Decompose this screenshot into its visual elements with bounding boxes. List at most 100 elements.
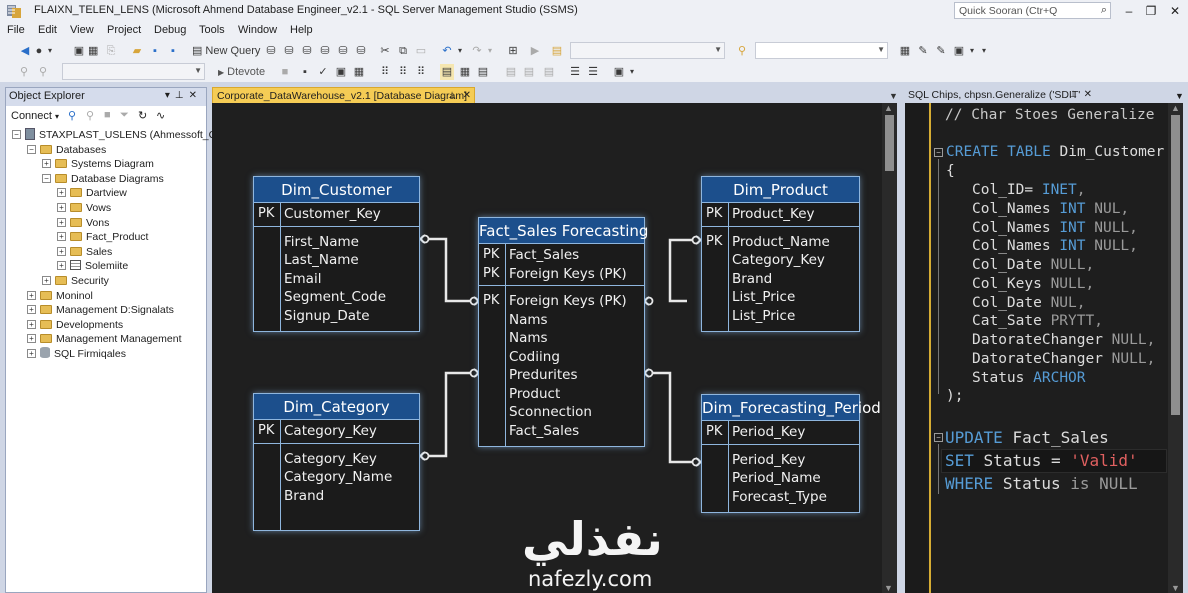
query-mdx-icon[interactable]: ⛁: [300, 43, 314, 59]
sql-vertical-scrollbar[interactable]: ▲ ▼: [1168, 103, 1183, 593]
redo-dropdown-icon[interactable]: ▾: [486, 43, 494, 59]
new-project-icon[interactable]: ▣: [72, 43, 86, 59]
close-tab-icon[interactable]: ✕: [1084, 89, 1092, 100]
menu-help[interactable]: Help: [290, 24, 313, 36]
menu-project[interactable]: Project: [107, 24, 141, 36]
wrench-icon[interactable]: ✎: [916, 43, 930, 59]
menu-file[interactable]: File: [7, 24, 25, 36]
window-layout-icon[interactable]: ▣: [952, 43, 966, 59]
entity-column-row[interactable]: PK Category_Key: [254, 422, 419, 441]
expand-icon[interactable]: +: [57, 203, 66, 212]
entity-column-row[interactable]: Period_Key: [702, 451, 859, 470]
scroll-down-icon[interactable]: ▼: [884, 583, 893, 593]
debug-icon[interactable]: ▪: [298, 64, 312, 80]
tree-node[interactable]: + Fact_Product: [57, 230, 148, 244]
tree-node[interactable]: − STAXPLAST_USLENS (Ahmessoft_Con: [12, 128, 228, 142]
tree-node[interactable]: + Management Management: [27, 332, 182, 346]
entity-column-row[interactable]: Brand: [254, 487, 419, 506]
tree-node[interactable]: + Vows: [57, 201, 111, 215]
entity-column-row[interactable]: [254, 505, 419, 524]
entity-column-row[interactable]: Codiing: [479, 348, 644, 367]
tree-node[interactable]: + SQL Firmiqales: [27, 347, 126, 361]
toolbar-options-icon[interactable]: ▾: [628, 64, 636, 80]
save-icon[interactable]: ▪: [148, 43, 162, 59]
stop-icon[interactable]: ■: [104, 109, 111, 121]
specify-values-icon[interactable]: ▣: [612, 64, 626, 80]
scrollbar-thumb[interactable]: [1171, 115, 1180, 415]
paste-icon[interactable]: ▭: [414, 43, 428, 59]
expand-icon[interactable]: +: [57, 261, 66, 271]
entity-dim-forecasting-period[interactable]: Dim_Forecasting_Period PK Period_Key Period…: [701, 394, 881, 513]
expand-icon[interactable]: +: [57, 232, 66, 242]
query-designer-icon[interactable]: ▦: [352, 64, 366, 80]
tree-node[interactable]: + Systems Diagram: [42, 157, 154, 171]
expand-icon[interactable]: +: [57, 217, 66, 227]
entity-column-row[interactable]: Sconnection: [479, 403, 644, 422]
sql-editor[interactable]: // Char Stoes Generalize − CREATE TABLE …: [905, 103, 1168, 593]
scrollbar-thumb[interactable]: [885, 115, 894, 171]
pin-icon[interactable]: ⊥: [448, 90, 456, 101]
results-file-icon[interactable]: ▤: [476, 64, 490, 80]
entity-column-row[interactable]: Category_Key: [254, 450, 419, 469]
uncomment-icon[interactable]: ▤: [522, 64, 536, 80]
decrease-indent-icon[interactable]: ▤: [542, 64, 556, 80]
entity-column-row[interactable]: Period_Name: [702, 469, 859, 488]
connect-button[interactable]: Connect ▾: [11, 110, 59, 122]
collapse-icon[interactable]: −: [934, 433, 943, 442]
entity-column-row[interactable]: PK Foreign Keys (PK): [479, 292, 644, 311]
entity-column-row[interactable]: List_Price: [702, 307, 859, 326]
back-icon[interactable]: ◀: [18, 43, 32, 59]
scroll-down-icon[interactable]: ▼: [1171, 583, 1180, 593]
find-in-files-icon[interactable]: ⚲: [735, 43, 749, 59]
entity-column-row[interactable]: Email: [254, 270, 419, 289]
connect-db-icon[interactable]: ⚲: [68, 109, 76, 122]
entity-column-row[interactable]: Forecast_Type: [702, 488, 859, 507]
stop-icon[interactable]: ■: [280, 64, 290, 80]
expand-icon[interactable]: +: [27, 319, 36, 329]
collapse-icon[interactable]: −: [12, 130, 21, 139]
entity-dim-category[interactable]: Dim_Category PK Category_Key Category_Key Ca…: [253, 393, 420, 531]
refresh-icon[interactable]: ↻: [138, 109, 147, 122]
entity-fact-sales-forecasting[interactable]: Fact_Sales Forecasting PK Fact_Sales PK Fore…: [478, 217, 648, 447]
connect-icon[interactable]: ⚲: [18, 64, 30, 80]
entity-column-row[interactable]: PK Customer_Key: [254, 205, 419, 224]
entity-column-row[interactable]: Fact_Sales: [479, 422, 644, 441]
tab-overflow-icon[interactable]: ▼: [889, 91, 898, 101]
tree-node[interactable]: − Database Diagrams: [42, 172, 164, 186]
expand-icon[interactable]: +: [57, 246, 66, 256]
outdent-icon[interactable]: ☰: [586, 64, 600, 80]
entity-column-row[interactable]: Predurites: [479, 366, 644, 385]
tree-node[interactable]: + Dartview: [57, 186, 127, 200]
collapse-icon[interactable]: −: [934, 148, 943, 157]
expand-icon[interactable]: +: [42, 159, 51, 169]
entity-column-row[interactable]: PK Product_Name: [702, 233, 859, 252]
entity-column-row[interactable]: Brand: [702, 270, 859, 289]
solution-config-icon[interactable]: ▤: [550, 43, 564, 59]
client-stats-icon[interactable]: ⠿: [414, 64, 428, 80]
disconnect-icon[interactable]: ⚲: [86, 109, 94, 122]
query-xmla-icon[interactable]: ⛁: [336, 43, 350, 59]
dropdown-arrow-icon[interactable]: ▾: [46, 43, 54, 59]
entity-column-row[interactable]: First_Name: [254, 233, 419, 252]
solution-configuration-dropdown[interactable]: ▼: [570, 42, 725, 59]
menu-tools[interactable]: Tools: [199, 24, 225, 36]
forward-icon[interactable]: ●: [34, 43, 44, 59]
scroll-up-icon[interactable]: ▲: [884, 103, 893, 113]
start-icon[interactable]: ▶: [530, 43, 540, 59]
find-combo[interactable]: ▼: [755, 42, 888, 59]
collapse-icon[interactable]: −: [27, 144, 36, 154]
cut-icon[interactable]: ✂: [378, 43, 392, 59]
entity-column-row[interactable]: PK Period_Key: [702, 423, 859, 442]
activity-monitor-icon[interactable]: ∿: [156, 109, 165, 122]
collapse-icon[interactable]: −: [42, 173, 51, 183]
entity-dim-product[interactable]: Dim_Product PK Product_Key PK Product_Name Ca…: [701, 176, 860, 332]
tree-node[interactable]: + Sales: [57, 245, 112, 259]
entity-column-row[interactable]: Nams: [479, 311, 644, 330]
tree-node[interactable]: + Security: [42, 274, 109, 288]
navigate-icon[interactable]: ⊞: [506, 43, 520, 59]
panel-pin-icons[interactable]: ▾⊥✕: [165, 90, 202, 101]
open-file-icon[interactable]: ⎘: [104, 43, 118, 59]
properties-icon[interactable]: ▦: [898, 43, 912, 59]
entity-column-row[interactable]: Nams: [479, 329, 644, 348]
close-window-button[interactable]: ✕: [1160, 2, 1188, 20]
